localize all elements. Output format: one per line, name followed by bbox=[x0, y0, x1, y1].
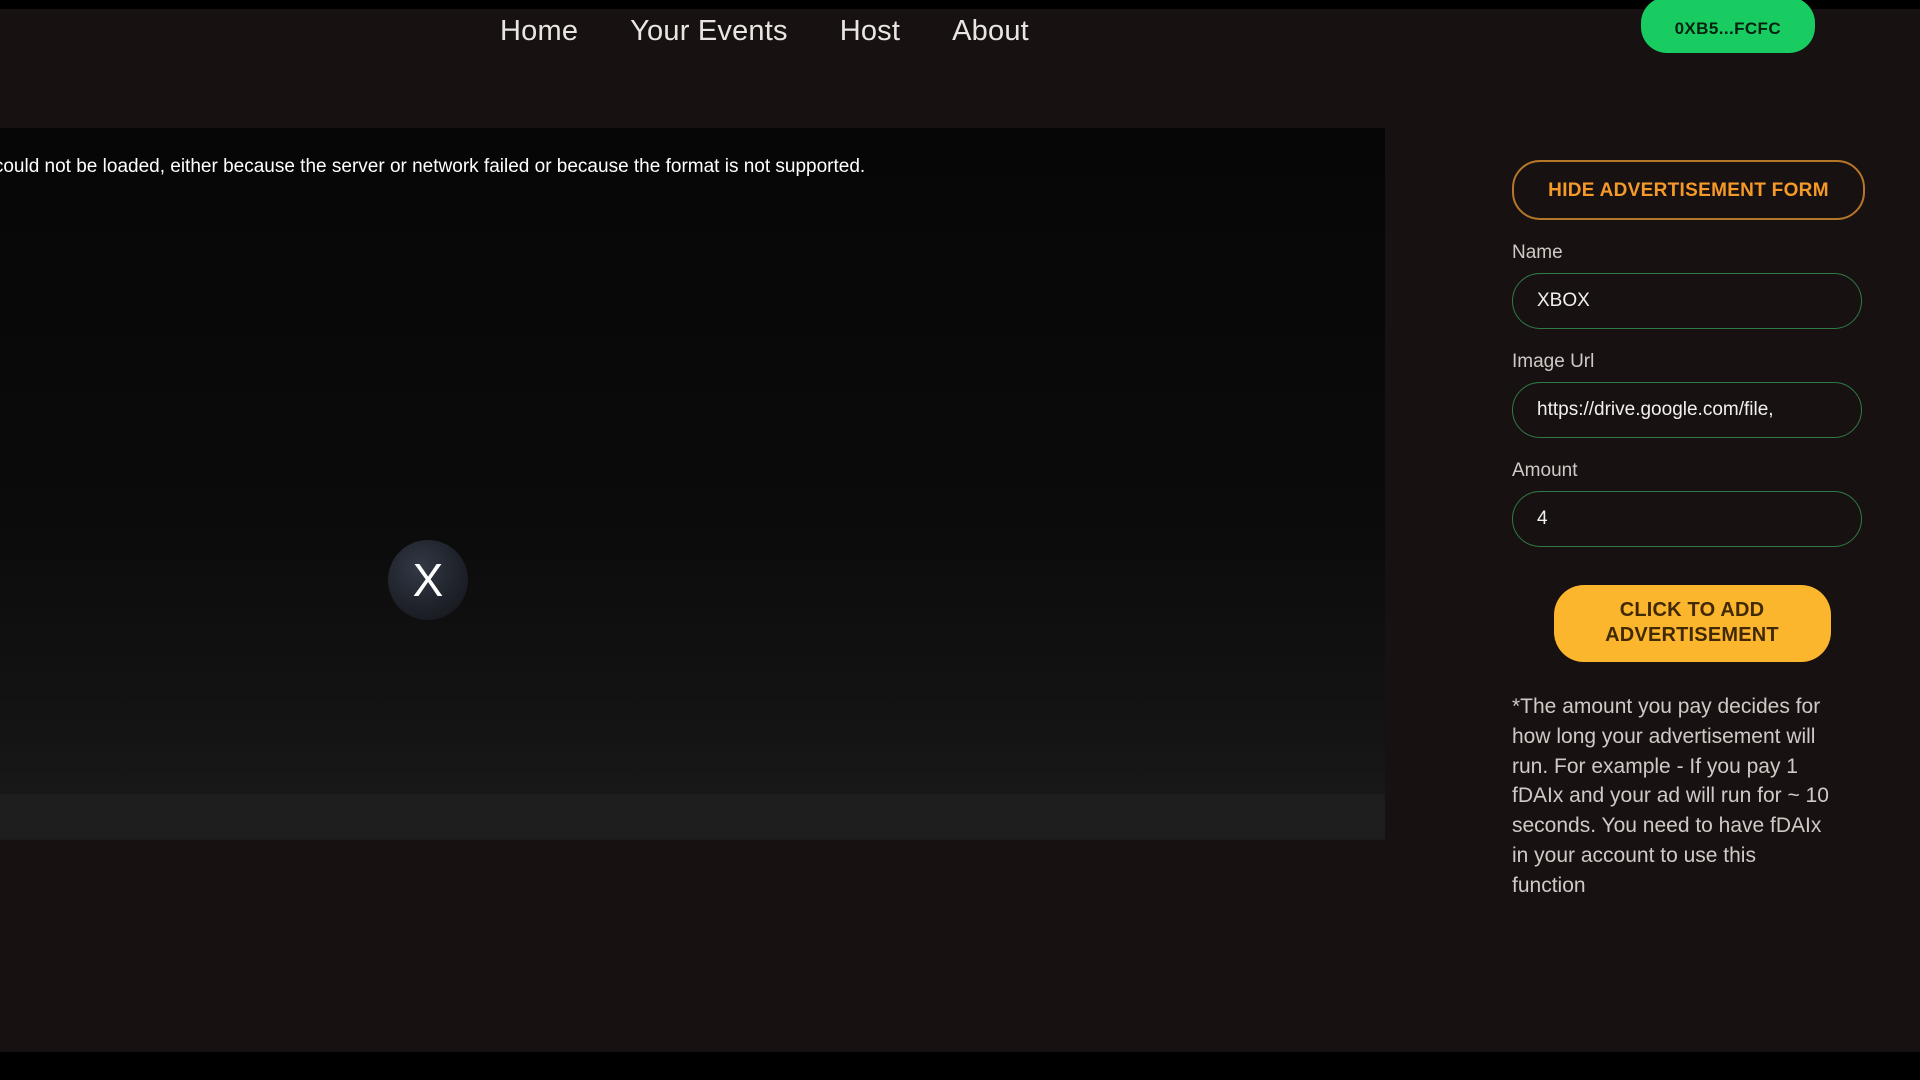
add-advertisement-button[interactable]: CLICK TO ADD ADVERTISEMENT bbox=[1553, 585, 1831, 662]
video-error-message: a could not be loaded, either because th… bbox=[0, 156, 866, 177]
advertisement-help-note: *The amount you pay decides for how long… bbox=[1512, 695, 1829, 897]
image-url-field-label: Image Url bbox=[1512, 351, 1595, 372]
top-navbar: Home Your Events Host About 0XB5...FCFC bbox=[0, 0, 1920, 95]
name-input[interactable] bbox=[1512, 273, 1862, 329]
nav-link-home[interactable]: Home bbox=[500, 15, 578, 48]
submit-row: CLICK TO ADD ADVERTISEMENT bbox=[1512, 585, 1872, 662]
nav-links: Home Your Events Host About bbox=[500, 1, 1029, 61]
name-field-label: Name bbox=[1512, 242, 1563, 263]
wallet-address-button[interactable]: 0XB5...FCFC bbox=[1640, 0, 1815, 53]
video-player-panel[interactable]: a could not be loaded, either because th… bbox=[0, 128, 1385, 840]
x-glyph: X bbox=[412, 554, 444, 606]
app-root: Home Your Events Host About 0XB5...FCFC … bbox=[0, 0, 1920, 1080]
nav-link-host[interactable]: Host bbox=[840, 15, 900, 48]
nav-link-your-events[interactable]: Your Events bbox=[630, 15, 788, 48]
video-controls-bar[interactable] bbox=[0, 794, 1385, 838]
image-url-input[interactable] bbox=[1512, 382, 1862, 438]
browser-chrome-bottom-bar bbox=[0, 1052, 1920, 1080]
hide-advertisement-form-button[interactable]: HIDE ADVERTISEMENT FORM bbox=[1512, 160, 1865, 220]
amount-input[interactable] bbox=[1512, 491, 1862, 547]
nav-link-about[interactable]: About bbox=[952, 15, 1029, 48]
amount-field-label: Amount bbox=[1512, 460, 1578, 481]
x-circle-icon: X bbox=[388, 540, 468, 620]
advertisement-form-sidebar: HIDE ADVERTISEMENT FORM Name Image Url A… bbox=[1512, 160, 1872, 901]
